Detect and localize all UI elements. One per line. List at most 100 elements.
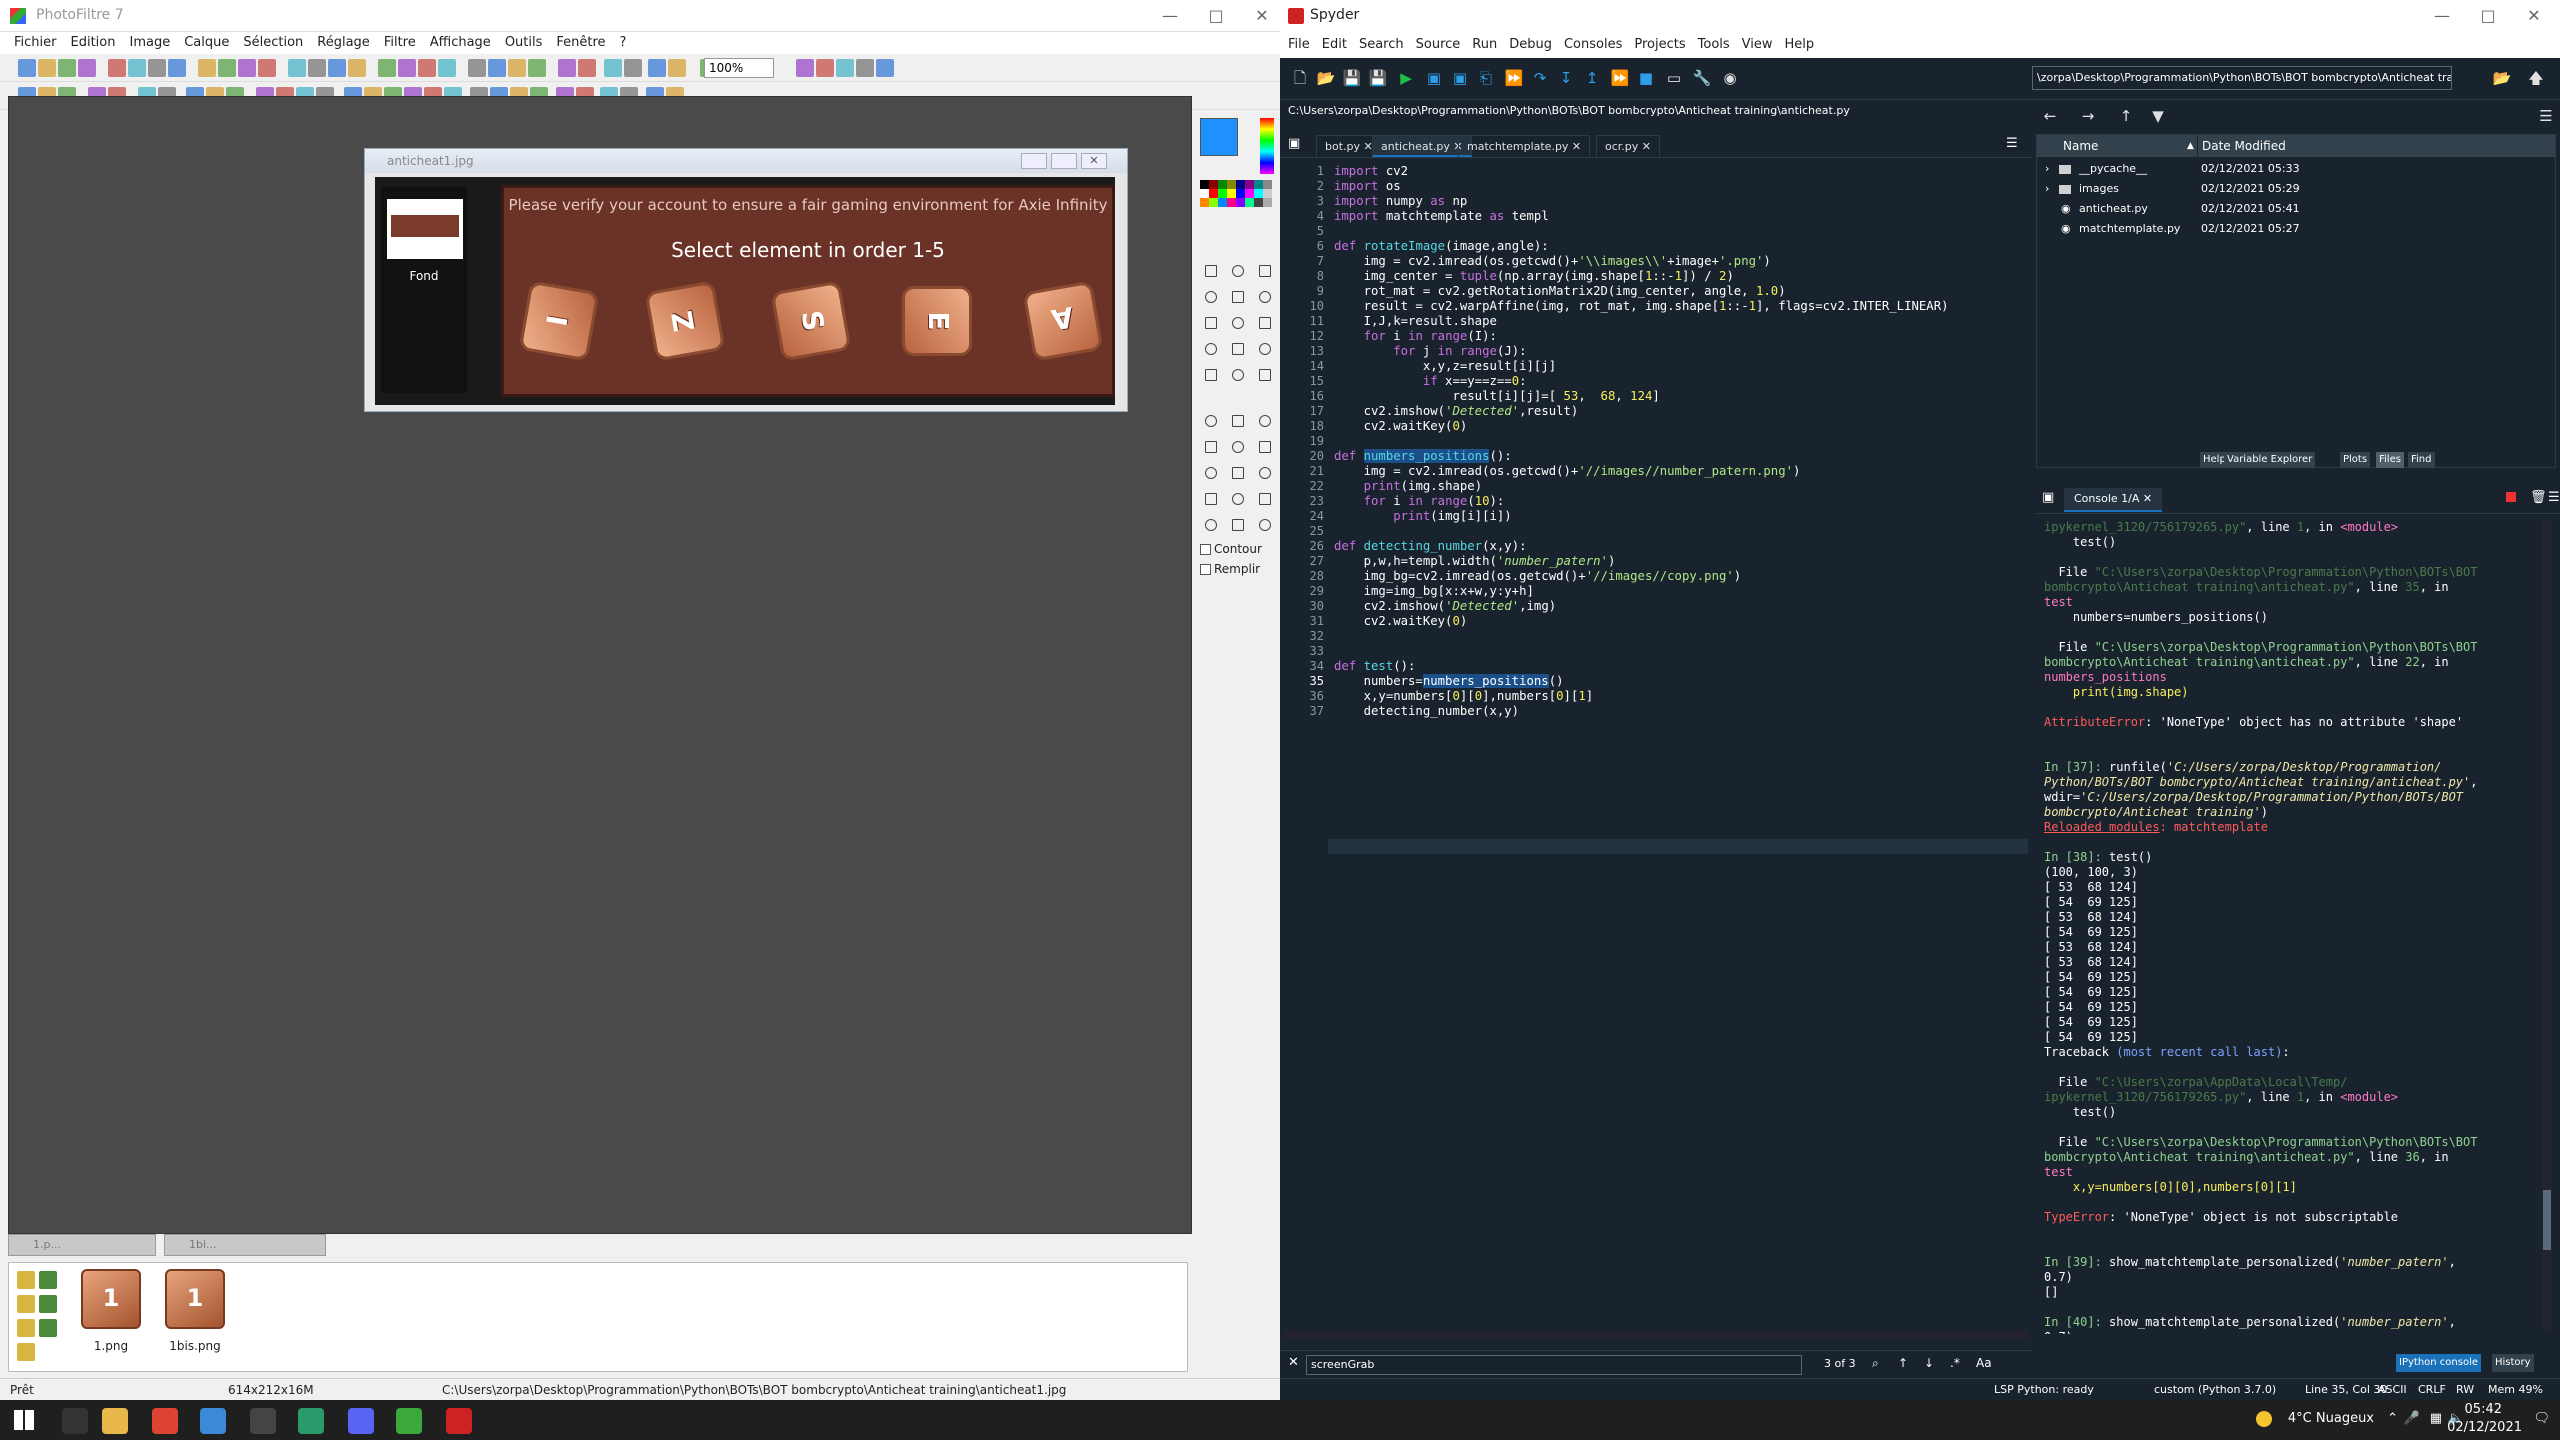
drop-icon[interactable]: [1200, 364, 1222, 386]
layer-icon[interactable]: [1200, 488, 1222, 510]
filter-icon[interactable]: ▼: [2148, 106, 2168, 126]
file-row[interactable]: ◉ matchtemplate.py 02/12/2021 05:27: [2037, 219, 2555, 239]
files-options-icon[interactable]: ☰: [2536, 106, 2556, 126]
close-button[interactable]: ✕: [1250, 4, 1274, 28]
maximize-pane-icon[interactable]: ▭: [1664, 68, 1684, 88]
eraser-icon[interactable]: [1254, 312, 1276, 334]
run-selection-icon[interactable]: ⎗: [1476, 68, 1496, 88]
tray-chevron-icon[interactable]: ⌃: [2387, 1411, 2398, 1426]
color-swatch[interactable]: [1218, 189, 1227, 198]
continue-icon[interactable]: ⏩: [1610, 68, 1630, 88]
tb1-tool-icon[interactable]: [288, 59, 306, 77]
file-row[interactable]: › __pycache__ 02/12/2021 05:33: [2037, 159, 2555, 179]
layer-thumbnail[interactable]: [387, 199, 463, 259]
open-file-icon[interactable]: 📂: [1316, 68, 1336, 88]
spyder-task-icon[interactable]: [446, 1408, 472, 1434]
spyder-menu-6[interactable]: Consoles: [1564, 32, 1622, 58]
file-row[interactable]: ◉ anticheat.py 02/12/2021 05:41: [2037, 199, 2555, 219]
color-swatch[interactable]: [1263, 198, 1272, 207]
browse-tabs-icon[interactable]: ▣: [1288, 136, 1300, 151]
regex-icon[interactable]: .*: [1950, 1356, 1960, 1370]
tb1-tool-icon[interactable]: [668, 59, 686, 77]
color-swatch[interactable]: [1245, 198, 1254, 207]
minimize-button[interactable]: —: [1158, 4, 1182, 28]
spyder-close-button[interactable]: ✕: [2522, 4, 2546, 28]
color-swatch[interactable]: [1218, 180, 1227, 189]
spyder-menu-5[interactable]: Debug: [1509, 32, 1552, 58]
new-file-icon[interactable]: 🗋: [1290, 68, 1310, 88]
tb1-tool-icon[interactable]: [328, 59, 346, 77]
tb1-tool-icon[interactable]: [856, 59, 874, 77]
tb1-tool-icon[interactable]: [108, 59, 126, 77]
tb1-tool-icon[interactable]: [308, 59, 326, 77]
stop-debug-icon[interactable]: ■: [1636, 68, 1656, 88]
ellipse-icon[interactable]: [1227, 410, 1249, 432]
menu-3[interactable]: Calque: [184, 32, 229, 54]
color-swatch[interactable]: [1209, 198, 1218, 207]
hand-icon[interactable]: [1254, 260, 1276, 282]
spyder-menu-4[interactable]: Run: [1472, 32, 1497, 58]
find-input[interactable]: screenGrab: [1306, 1355, 1802, 1375]
color-swatch[interactable]: [1227, 180, 1236, 189]
pane-tab[interactable]: Variable Explorer: [2224, 452, 2316, 468]
editor-tab[interactable]: ocr.py ✕: [1596, 135, 1660, 157]
resize-icon[interactable]: [1227, 488, 1249, 510]
menu-1[interactable]: Edition: [71, 32, 116, 54]
search-icon[interactable]: [62, 1408, 88, 1434]
thumbnail-1png[interactable]: 1: [81, 1269, 141, 1329]
minimized-window-1[interactable]: 1.p...: [8, 1234, 156, 1256]
back-icon[interactable]: ←: [2040, 106, 2060, 126]
clone-icon[interactable]: [1254, 364, 1276, 386]
fill-icon[interactable]: [1200, 312, 1222, 334]
spyder-minimize-button[interactable]: —: [2430, 4, 2454, 28]
color-swatch[interactable]: [1209, 180, 1218, 189]
color-swatch[interactable]: [1209, 189, 1218, 198]
line-icon[interactable]: [1254, 286, 1276, 308]
color-swatch[interactable]: [1254, 189, 1263, 198]
console-remove-icon[interactable]: 🗑: [2530, 490, 2547, 505]
minimized-window-2[interactable]: 1bi...: [164, 1234, 326, 1256]
step-return-icon[interactable]: ↥: [1582, 68, 1602, 88]
editor-tab[interactable]: matchtemplate.py ✕: [1458, 135, 1591, 157]
app-icon[interactable]: [200, 1408, 226, 1434]
folder-list-icon[interactable]: [17, 1343, 35, 1361]
tb1-tool-icon[interactable]: [876, 59, 894, 77]
tb1-tool-icon[interactable]: [624, 59, 642, 77]
tb1-tool-icon[interactable]: [258, 59, 276, 77]
notifications-icon[interactable]: 🗨: [2533, 1411, 2550, 1426]
tb1-tool-icon[interactable]: [168, 59, 186, 77]
photofiltre-titlebar[interactable]: PhotoFiltre 7 — □ ✕: [0, 0, 1280, 32]
editor-horizontal-scrollbar[interactable]: [1284, 1330, 2028, 1340]
tb1-tool-icon[interactable]: [198, 59, 216, 77]
file-row[interactable]: › images 02/12/2021 05:29: [2037, 179, 2555, 199]
up-icon[interactable]: ↑: [2116, 106, 2136, 126]
folder-up-icon[interactable]: [17, 1295, 35, 1313]
folder-icon[interactable]: [17, 1271, 35, 1289]
tb1-tool-icon[interactable]: [148, 59, 166, 77]
maximize-button[interactable]: □: [1204, 4, 1228, 28]
case-sensitive-icon[interactable]: Aa: [1976, 1356, 1992, 1370]
tb1-tool-icon[interactable]: [836, 59, 854, 77]
color-swatch[interactable]: [1227, 189, 1236, 198]
contour-checkbox[interactable]: Contour: [1200, 542, 1262, 556]
polygon-icon[interactable]: [1227, 462, 1249, 484]
find-previous-icon[interactable]: ↑: [1898, 1356, 1908, 1370]
menu-9[interactable]: Fenêtre: [556, 32, 605, 54]
image-minimize-button[interactable]: [1021, 153, 1047, 169]
smudge-icon[interactable]: [1227, 364, 1249, 386]
console-bottom-tab[interactable]: IPython console: [2396, 1354, 2482, 1372]
discord-icon[interactable]: [348, 1408, 374, 1434]
image-window[interactable]: anticheat1.jpg ✕ Fond Please verify your…: [364, 148, 1128, 412]
crop-icon[interactable]: [1227, 514, 1249, 536]
menu-5[interactable]: Réglage: [317, 32, 370, 54]
photofiltre-task-icon[interactable]: [396, 1408, 422, 1434]
editor-options-icon[interactable]: ☰: [2006, 136, 2018, 151]
color-swatch[interactable]: [1200, 180, 1209, 189]
tb1-tool-icon[interactable]: [78, 59, 96, 77]
tb1-tool-icon[interactable]: [528, 59, 546, 77]
spyder-menu-2[interactable]: Search: [1359, 32, 1404, 58]
working-directory-input[interactable]: \zorpa\Desktop\Programmation\Python\BOTs…: [2032, 66, 2452, 90]
pane-tab[interactable]: Plots: [2340, 452, 2371, 468]
lasso-icon[interactable]: [1200, 462, 1222, 484]
spyder-menu-0[interactable]: File: [1288, 32, 1310, 58]
